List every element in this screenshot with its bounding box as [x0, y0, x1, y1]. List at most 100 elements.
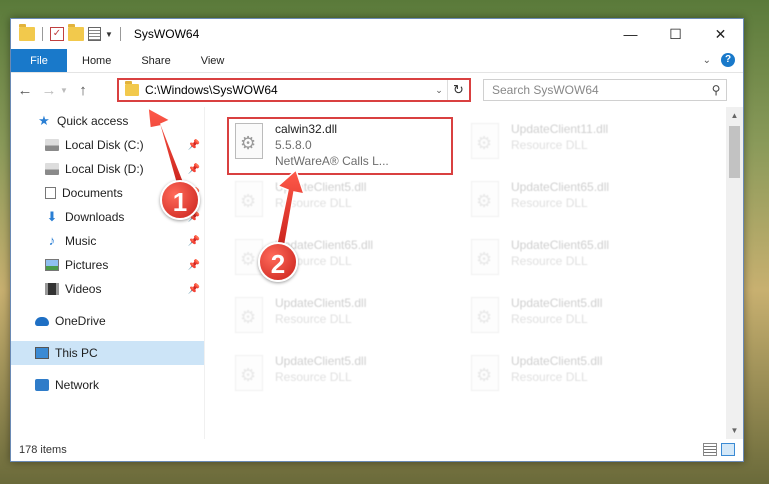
drive-icon — [45, 163, 59, 175]
sidebar-item-network[interactable]: Network — [11, 373, 204, 397]
music-icon: ♪ — [48, 233, 56, 248]
sidebar-item-onedrive[interactable]: OneDrive — [11, 309, 204, 333]
address-bar[interactable]: C:\Windows\SysWOW64 ⌄ ↻ — [117, 78, 471, 102]
file-type: Resource DLL — [275, 312, 352, 326]
sidebar-item-label: Network — [55, 378, 100, 392]
sidebar-item-label: Music — [65, 234, 97, 248]
status-bar: 178 items — [11, 439, 743, 461]
dll-file-icon: ⚙ — [469, 297, 501, 337]
ribbon-right: ⌄ ? — [703, 53, 735, 67]
toolbar-separator — [119, 27, 121, 41]
ribbon-tabs: File Home Share View ⌄ ? — [11, 49, 743, 73]
pin-icon: 📌 — [187, 283, 200, 295]
file-name: UpdateClient11.dll — [511, 122, 609, 136]
address-path[interactable]: C:\Windows\SysWOW64 — [145, 83, 431, 97]
toolbar-separator — [42, 27, 43, 41]
star-icon: ★ — [38, 113, 50, 128]
dll-file-icon: ⚙ — [469, 181, 501, 221]
folder-icon[interactable] — [19, 24, 35, 41]
dll-file-icon: ⚙ — [233, 181, 265, 221]
window-controls: — ☐ ✕ — [608, 19, 743, 49]
file-name: UpdateClient5.dll — [275, 296, 367, 310]
rename-icon[interactable] — [88, 27, 101, 41]
vertical-scrollbar[interactable]: ▲ ▼ — [726, 107, 743, 439]
maximize-button[interactable]: ☐ — [653, 19, 698, 49]
list-item[interactable]: ⚙ UpdateClient5.dll Resource DLL — [469, 295, 689, 353]
pin-icon: 📌 — [187, 259, 200, 271]
back-arrow-icon[interactable]: ← — [15, 82, 35, 99]
up-arrow-icon[interactable]: ↑ — [73, 82, 93, 99]
list-item[interactable]: ⚙ UpdateClient5.dll Resource DLL — [233, 353, 453, 411]
list-item[interactable]: ⚙ UpdateClient11.dll Resource DLL — [469, 121, 689, 179]
list-item[interactable]: ⚙ UpdateClient65.dll Resource DLL — [469, 179, 689, 237]
customize-toolbar-chevron-icon[interactable]: ▼ — [105, 30, 113, 39]
pin-icon: 📌 — [187, 139, 200, 151]
sidebar-item-label: OneDrive — [55, 314, 106, 328]
tab-file[interactable]: File — [11, 49, 67, 72]
file-name: UpdateClient65.dll — [511, 180, 610, 194]
sidebar-item-this-pc[interactable]: This PC — [11, 341, 204, 365]
search-input[interactable]: Search SysWOW64 — [484, 83, 706, 97]
dll-file-icon: ⚙ — [233, 355, 265, 395]
window-title: SysWOW64 — [133, 27, 200, 41]
network-icon — [35, 379, 49, 391]
file-name: UpdateClient65.dll — [511, 238, 610, 252]
callout-badge-one: 1 — [160, 180, 200, 220]
expand-ribbon-chevron-icon[interactable]: ⌄ — [703, 55, 711, 66]
tab-view[interactable]: View — [186, 49, 240, 72]
pin-icon: 📌 — [187, 235, 200, 247]
sidebar-item-local-disk-c[interactable]: Local Disk (C:) 📌 — [11, 133, 204, 157]
scroll-thumb[interactable] — [729, 126, 740, 178]
close-button[interactable]: ✕ — [698, 19, 743, 49]
sidebar-item-videos[interactable]: Videos 📌 — [11, 277, 204, 301]
file-type: Resource DLL — [511, 312, 588, 326]
callout-badge-two: 2 — [258, 242, 298, 282]
search-box[interactable]: Search SysWOW64 ⚲ — [483, 79, 727, 101]
sidebar-item-local-disk-d[interactable]: Local Disk (D:) 📌 — [11, 157, 204, 181]
dll-file-icon: ⚙ — [469, 355, 501, 395]
dll-file-icon: ⚙ — [469, 123, 501, 163]
list-item[interactable]: ⚙ UpdateClient5.dll Resource DLL — [469, 353, 689, 411]
file-type: Resource DLL — [275, 370, 352, 384]
downloads-icon: ⬇ — [46, 209, 58, 224]
sidebar-item-label: Local Disk (D:) — [65, 162, 144, 176]
dll-file-icon: ⚙ — [233, 297, 265, 337]
recent-locations-chevron-icon[interactable]: ▼ — [59, 86, 69, 95]
scroll-down-icon[interactable]: ▼ — [726, 422, 743, 439]
sidebar-item-music[interactable]: ♪ Music 📌 — [11, 229, 204, 253]
sidebar-item-label: Pictures — [65, 258, 109, 272]
tab-home[interactable]: Home — [67, 49, 126, 72]
file-name: UpdateClient5.dll — [275, 180, 367, 194]
file-type: Resource DLL — [511, 254, 588, 268]
sidebar-item-label: Videos — [65, 282, 102, 296]
pc-icon — [35, 347, 49, 359]
scroll-up-icon[interactable]: ▲ — [726, 107, 743, 124]
title-bar: ✓ ▼ SysWOW64 — ☐ ✕ — [11, 19, 743, 49]
explorer-body: ★ Quick access Local Disk (C:) 📌 Local D… — [11, 107, 743, 439]
refresh-icon[interactable]: ↻ — [447, 80, 469, 100]
view-switcher — [703, 443, 735, 456]
sidebar-item-label: Local Disk (C:) — [65, 138, 144, 152]
address-dropdown-chevron-icon[interactable]: ⌄ — [431, 85, 447, 96]
new-folder-icon[interactable] — [68, 24, 84, 41]
drive-icon — [45, 139, 59, 151]
onedrive-icon — [35, 316, 49, 326]
sidebar-item-quick-access[interactable]: ★ Quick access — [11, 109, 204, 133]
search-icon[interactable]: ⚲ — [706, 83, 726, 97]
highlight-box — [227, 117, 453, 175]
tiles-view-icon[interactable] — [721, 443, 735, 456]
forward-arrow-icon[interactable]: → — [39, 82, 59, 99]
pin-icon: 📌 — [187, 163, 200, 175]
explorer-window: ✓ ▼ SysWOW64 — ☐ ✕ File Home Share View … — [10, 18, 744, 462]
list-item[interactable]: ⚙ UpdateClient5.dll Resource DLL — [233, 179, 453, 237]
minimize-button[interactable]: — — [608, 19, 653, 49]
details-view-icon[interactable] — [703, 443, 717, 456]
properties-check-icon[interactable]: ✓ — [50, 27, 64, 41]
help-icon[interactable]: ? — [721, 53, 735, 67]
sidebar-item-pictures[interactable]: Pictures 📌 — [11, 253, 204, 277]
list-item[interactable]: ⚙ UpdateClient65.dll Resource DLL — [469, 237, 689, 295]
navigation-pane: ★ Quick access Local Disk (C:) 📌 Local D… — [11, 107, 205, 439]
list-item[interactable]: ⚙ UpdateClient5.dll Resource DLL — [233, 295, 453, 353]
tab-share[interactable]: Share — [126, 49, 185, 72]
quick-access-toolbar: ✓ ▼ — [11, 24, 124, 41]
